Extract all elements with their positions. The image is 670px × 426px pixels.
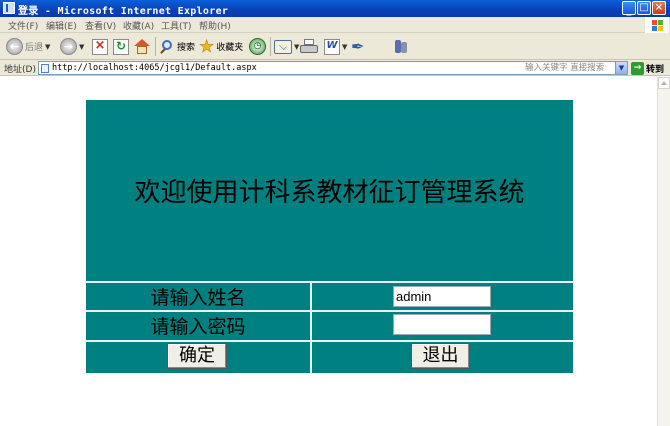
forward-arrow-icon: →: [60, 38, 77, 55]
toolbar-separator: [155, 37, 156, 56]
search-label: 搜索: [177, 43, 196, 53]
maximize-icon: □: [639, 2, 649, 13]
history-button[interactable]: ◷: [249, 36, 266, 57]
mail-icon: [274, 39, 292, 54]
word-doc-icon: W: [324, 38, 340, 55]
welcome-banner: 欢迎使用计科系教材征订管理系统: [134, 178, 525, 208]
menu-file[interactable]: 文件(F): [8, 19, 38, 32]
discuss-button[interactable]: ✒: [351, 36, 364, 57]
vertical-scrollbar[interactable]: [657, 77, 670, 426]
home-icon: [134, 38, 150, 55]
favorites-button[interactable]: ★ 收藏夹: [199, 36, 244, 57]
refresh-button[interactable]: ↻: [113, 36, 129, 57]
address-url: http://localhost:4065/jcgl1/Default.aspx: [52, 63, 257, 73]
close-button[interactable]: ×: [652, 1, 666, 15]
menu-bar: 文件(F) 编辑(E) 查看(V) 收藏(A) 工具(T) 帮助(H): [0, 17, 670, 33]
login-panel: 欢迎使用计科系教材征订管理系统 请输入姓名 admin 请输入密码 确定 退出: [86, 100, 573, 373]
stop-button[interactable]: ×: [92, 36, 108, 57]
ie-page-icon: [3, 2, 15, 14]
window-title: 登录 - Microsoft Internet Explorer: [18, 6, 229, 17]
toolbar-separator: [270, 37, 271, 56]
address-dropdown-button[interactable]: ▼: [615, 62, 627, 74]
page-icon: [41, 64, 49, 73]
windows-flag-icon: [645, 17, 669, 33]
maximize-button[interactable]: □: [637, 1, 651, 15]
password-label: 请输入密码: [150, 316, 246, 338]
quill-icon: ✒: [351, 36, 365, 56]
go-arrow-icon: →: [631, 61, 644, 75]
favorites-label: 收藏夹: [216, 43, 244, 53]
menu-edit[interactable]: 编辑(E): [46, 19, 77, 32]
home-button[interactable]: [134, 36, 150, 57]
back-button[interactable]: ← 后退 ▼: [6, 36, 50, 57]
forward-button[interactable]: → ▼: [60, 36, 84, 57]
table-divider: [310, 281, 312, 373]
address-bar: 地址(D) http://localhost:4065/jcgl1/Defaul…: [0, 60, 670, 76]
menu-help[interactable]: 帮助(H): [199, 19, 231, 32]
password-input[interactable]: [393, 314, 491, 335]
minimize-icon: _: [626, 5, 632, 16]
toolbar: ← 后退 ▼ → ▼ × ↻ 搜索 ★ 收藏夹 ◷ ▼ W ▼ ✒: [0, 33, 670, 60]
search-hint: 输入关键字 直接搜索: [525, 63, 605, 73]
table-divider: [86, 340, 573, 342]
name-label: 请输入姓名: [150, 287, 246, 309]
exit-button[interactable]: 退出: [411, 343, 470, 369]
favorites-star-icon: ★: [199, 36, 215, 57]
print-button[interactable]: [300, 36, 318, 57]
edit-button[interactable]: W ▼: [324, 36, 347, 57]
minimize-button[interactable]: _: [622, 1, 636, 16]
menu-tools[interactable]: 工具(T): [161, 19, 192, 32]
search-button[interactable]: 搜索: [159, 36, 195, 57]
chevron-down-icon: ▼: [79, 42, 85, 51]
go-label: 转到: [646, 64, 665, 75]
address-input[interactable]: http://localhost:4065/jcgl1/Default.aspx…: [38, 61, 628, 75]
stop-icon: ×: [92, 38, 108, 55]
printer-icon: [300, 38, 318, 55]
chevron-down-icon: ▼: [45, 42, 51, 51]
scroll-up-button[interactable]: [658, 77, 670, 89]
history-icon: ◷: [249, 38, 266, 55]
chevron-down-icon: ▼: [294, 42, 300, 51]
messenger-icon: [393, 39, 409, 55]
close-icon: ×: [654, 2, 664, 13]
confirm-button[interactable]: 确定: [167, 343, 227, 369]
mail-button[interactable]: ▼: [274, 36, 299, 57]
menu-favorites[interactable]: 收藏(A): [123, 19, 154, 32]
refresh-icon: ↻: [113, 38, 129, 55]
back-arrow-icon: ←: [6, 38, 23, 55]
menu-view[interactable]: 查看(V): [85, 19, 116, 32]
address-label: 地址(D): [4, 65, 36, 75]
messenger-button[interactable]: [393, 36, 409, 57]
go-button[interactable]: → 转到: [631, 61, 664, 75]
search-icon: [159, 39, 175, 55]
title-bar: 登录 - Microsoft Internet Explorer _ □ ×: [0, 0, 670, 17]
name-input[interactable]: admin: [393, 286, 491, 307]
back-label: 后退: [25, 43, 44, 53]
chevron-down-icon: ▼: [342, 42, 348, 51]
